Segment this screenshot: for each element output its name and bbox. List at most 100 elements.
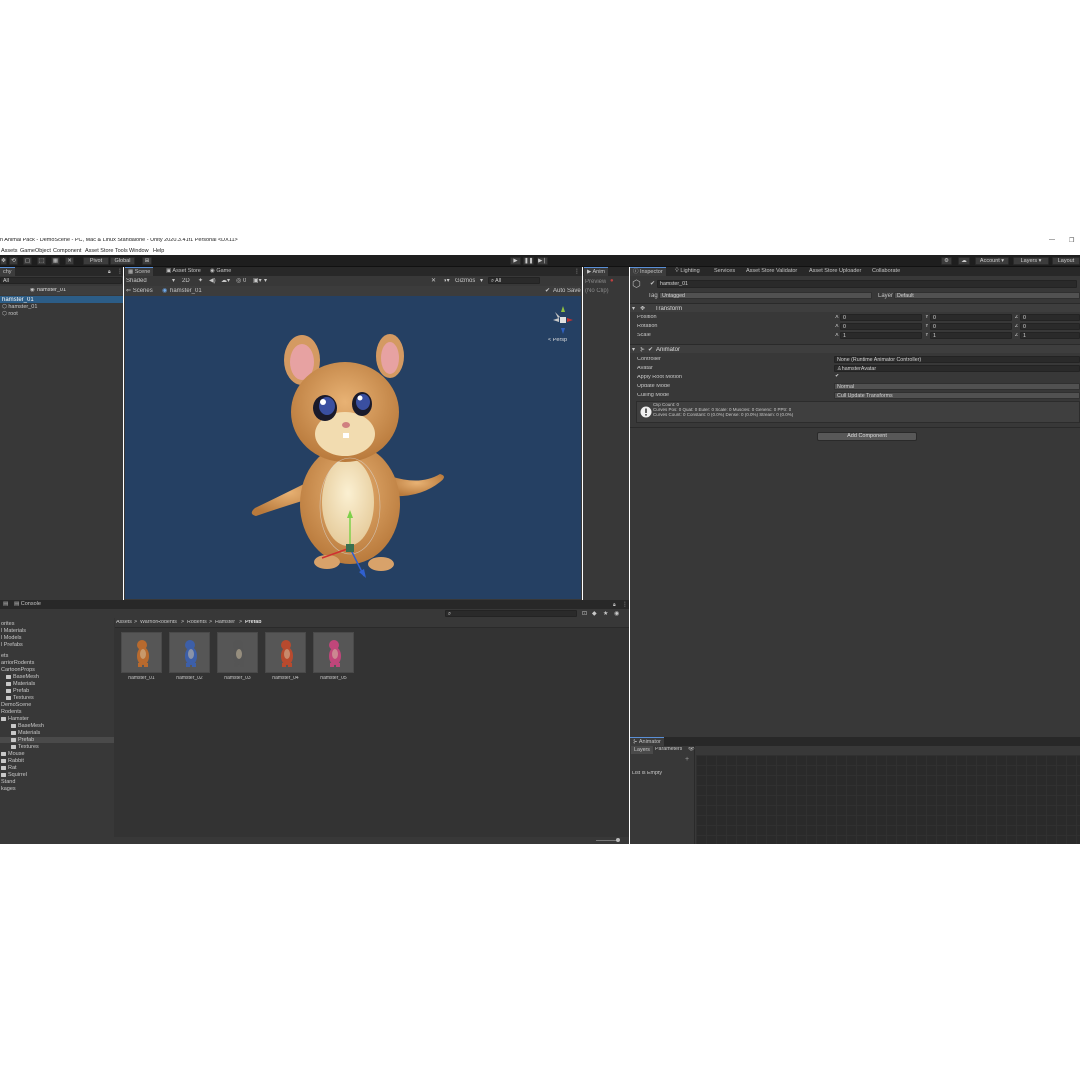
folder-tree-item[interactable]: BaseMesh <box>0 674 114 680</box>
tools-icon[interactable]: ✕ <box>431 278 436 284</box>
effects-icon[interactable]: ☁▾ <box>221 278 230 284</box>
gizmos-view-icon[interactable]: ◑▾ <box>443 278 450 284</box>
folder-tree-item[interactable]: Hamster <box>0 716 114 722</box>
folder-tree-item[interactable]: Squirrel <box>0 772 114 778</box>
settings-gear-icon[interactable]: ⚙ <box>941 257 952 265</box>
audio-icon[interactable]: ◀) <box>209 278 216 284</box>
scale-tool-icon[interactable]: ⬚ <box>37 257 46 265</box>
record-icon[interactable]: ● <box>610 278 614 284</box>
hidden-packages-icon[interactable]: ◉ <box>614 611 619 617</box>
tab-asset-store-uploader[interactable]: Asset Store Uploader <box>806 267 864 276</box>
cloud-icon[interactable]: ☁ <box>958 257 970 265</box>
menu-window[interactable]: Window <box>129 248 149 254</box>
folder-tree-item[interactable]: Textures <box>0 695 114 701</box>
active-checkbox[interactable]: ✔ <box>650 281 655 287</box>
apply-root-motion-checkbox[interactable]: ✔ <box>835 374 840 380</box>
rotate-tool-icon[interactable]: ▢ <box>23 257 32 265</box>
tab-lighting[interactable]: 💡︎ Lighting <box>672 267 703 276</box>
controller-field[interactable]: None (Runtime Animator Controller) <box>834 356 1080 363</box>
asset-thumbnail[interactable] <box>121 632 162 673</box>
tab-hierarchy[interactable]: chy <box>0 267 15 276</box>
clip-dropdown[interactable]: (No Clip) <box>585 288 609 294</box>
menu-component[interactable]: Component <box>53 248 81 254</box>
folder-tree-item[interactable]: orites <box>0 621 114 627</box>
layout-dropdown[interactable]: Layout <box>1052 257 1080 265</box>
scale-x-field[interactable]: 1 <box>840 332 922 339</box>
rotation-y-field[interactable]: 0 <box>930 323 1012 330</box>
transform-header[interactable]: ▾ ✥ Transform <box>630 303 1080 312</box>
tab-animator[interactable]: ⊱ Animator <box>630 737 664 746</box>
breadcrumb-rodents[interactable]: Rodents <box>187 620 207 625</box>
scene-header-row[interactable]: ◉ hamster_01 <box>0 286 123 295</box>
scene-search-input[interactable]: ⌕ All <box>488 277 540 284</box>
position-x-field[interactable]: 0 <box>840 314 922 321</box>
asset-thumbnail[interactable] <box>169 632 210 673</box>
asset-thumbnail[interactable] <box>265 632 306 673</box>
lock-icon[interactable]: 🔒︎ <box>108 269 111 275</box>
breadcrumb-prefab[interactable]: Prefab <box>245 620 262 625</box>
account-dropdown[interactable]: Account ▾ <box>975 257 1009 265</box>
folder-tree-item[interactable]: Rodents <box>0 709 114 715</box>
preview-button[interactable]: Preview <box>585 279 606 285</box>
chevron-down-icon[interactable]: ▾ <box>264 278 267 284</box>
scenes-breadcrumb[interactable]: ⇐ Scenes <box>126 288 153 294</box>
perspective-label[interactable]: < Persp <box>548 338 567 344</box>
hierarchy-item[interactable]: ⬡ root <box>2 311 18 317</box>
folder-tree-item[interactable]: kages <box>0 786 114 792</box>
folder-tree-item[interactable]: arriorRodents <box>0 660 114 666</box>
camera-icon[interactable]: ▣▾ <box>253 278 262 284</box>
folder-tree-item[interactable]: Stand <box>0 779 114 785</box>
folder-tree-item[interactable]: ets <box>0 653 114 659</box>
avatar-field[interactable]: ♙hamsterAvatar <box>834 365 1080 372</box>
more-menu-icon[interactable]: ⋮ <box>622 601 628 608</box>
auto-save-checkbox[interactable]: ✔ <box>545 288 550 294</box>
rotation-x-field[interactable]: 0 <box>840 323 922 330</box>
animator-graph-canvas[interactable] <box>696 755 1080 844</box>
folder-tree-item[interactable]: Prefab <box>0 737 114 743</box>
tab-asset-store-validator[interactable]: Asset Store Validator <box>743 267 800 276</box>
transform-tool-icon[interactable]: ✕ <box>65 257 74 265</box>
zoom-slider-track[interactable] <box>596 840 618 841</box>
toggle-2d-button[interactable]: 2D <box>182 278 190 284</box>
scene-viewport[interactable]: < Persp <box>125 296 581 599</box>
object-name-field[interactable]: hamster_01 <box>657 280 1077 288</box>
tag-dropdown[interactable]: Untagged <box>659 292 872 299</box>
folder-tree-item[interactable]: l Prefabs <box>0 642 114 648</box>
orientation-gizmo[interactable] <box>537 304 577 336</box>
folder-tree-item[interactable]: Prefab <box>0 688 114 694</box>
tab-console[interactable]: ▤ Console <box>11 600 44 609</box>
tab-asset-store[interactable]: ▣ Asset Store <box>163 267 204 276</box>
scale-y-field[interactable]: 1 <box>930 332 1012 339</box>
visibility-icon[interactable]: ◎ <box>236 278 241 284</box>
zoom-slider-handle[interactable] <box>616 838 620 842</box>
layers-dropdown[interactable]: Layers ▾ <box>1013 257 1049 265</box>
play-button[interactable]: ▶ <box>510 257 521 265</box>
tab-services[interactable]: Services <box>711 267 738 276</box>
move-tool-icon[interactable]: ⟲ <box>9 257 18 265</box>
folder-tree-item[interactable]: Rat <box>0 765 114 771</box>
gizmos-dropdown[interactable]: Gizmos <box>455 278 475 284</box>
shading-dropdown[interactable]: Shaded <box>126 278 147 284</box>
rotation-z-field[interactable]: 0 <box>1020 323 1080 330</box>
menu-asset-store-tools[interactable]: Asset Store Tools <box>85 248 128 254</box>
pause-button[interactable]: ❚❚ <box>523 257 534 265</box>
hierarchy-search-input[interactable]: All <box>0 277 122 284</box>
step-button[interactable]: ▶❘ <box>537 257 548 265</box>
rect-tool-icon[interactable]: ▦ <box>51 257 60 265</box>
folder-tree-item[interactable]: CartoonProps <box>0 667 114 673</box>
add-parameter-button[interactable]: + <box>685 756 689 763</box>
folder-tree-item[interactable]: Rabbit <box>0 758 114 764</box>
folder-tree-item[interactable]: Materials <box>0 681 114 687</box>
menu-assets[interactable]: Assets <box>1 248 18 254</box>
tab-inspector[interactable]: ⓘ Inspector <box>630 267 666 276</box>
tab-animation[interactable]: ▶ Anim <box>584 267 608 276</box>
restore-button[interactable]: ❐ <box>1069 237 1074 244</box>
grid-snap-icon[interactable]: ⊞ <box>142 257 152 265</box>
layers-tab[interactable]: Layers <box>631 746 653 754</box>
tab-project[interactable]: ▤ <box>0 600 10 609</box>
folder-tree-item[interactable]: Materials <box>0 730 114 736</box>
breadcrumb-assets[interactable]: Assets <box>116 620 132 625</box>
filter-label-icon[interactable]: ◆ <box>592 611 597 617</box>
scale-z-field[interactable]: 1 <box>1020 332 1080 339</box>
folder-tree-item[interactable]: DemoScene <box>0 702 114 708</box>
